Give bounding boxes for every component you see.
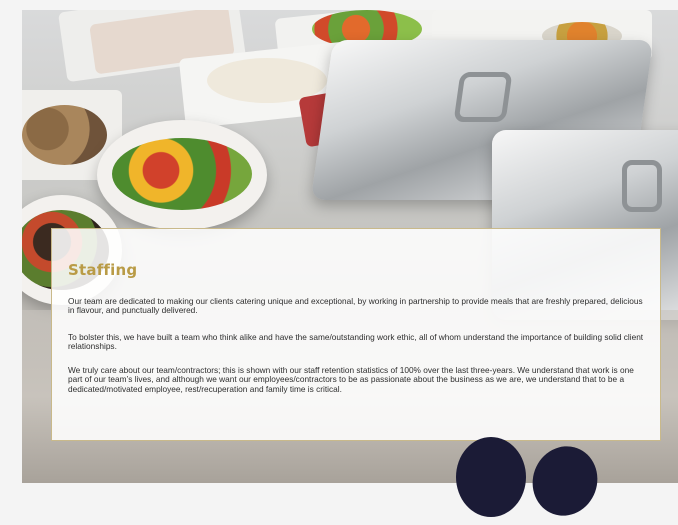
mushroom-food <box>22 105 107 165</box>
staffing-paragraph-3: We truly care about our team/contractors… <box>68 365 634 394</box>
staffing-paragraph-2: To bolster this, we have built a team wh… <box>68 332 644 352</box>
salad-food <box>112 138 252 210</box>
staffing-card: Staffing Our team are dedicated to makin… <box>51 228 661 441</box>
chafing-dish-handle <box>453 72 513 122</box>
decorative-shape <box>456 437 526 517</box>
staffing-paragraph-1: Our team are dedicated to making our cli… <box>68 296 643 316</box>
staffing-title: Staffing <box>68 261 138 279</box>
chafing-dish-handle <box>622 160 662 212</box>
